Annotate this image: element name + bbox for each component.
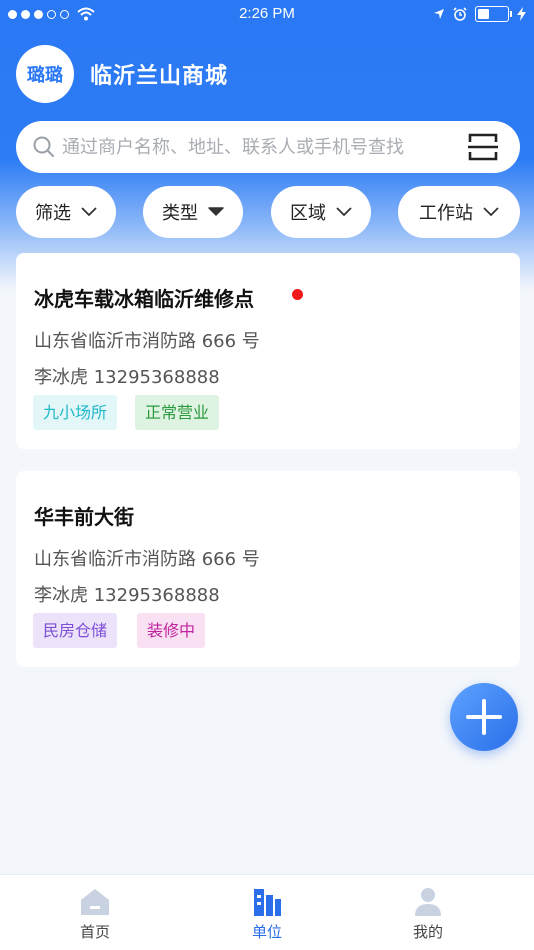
location-arrow-icon [434,9,444,19]
filter-button-type[interactable]: 类型 [143,186,243,238]
filter-button-region[interactable]: 区域 [271,186,371,238]
caret-down-icon [208,207,224,216]
scan-icon[interactable] [468,132,498,162]
battery-icon [475,6,512,22]
filter-button-screen[interactable]: 筛选 [16,186,116,238]
home-icon [81,889,109,915]
chevron-down-icon [483,207,499,217]
tab-label: 我的 [412,923,443,941]
merchant-address: 山东省临沂市消防路 666 号 [34,331,260,352]
status-badge: 装修中 [137,613,206,648]
tag-badge: 民房仓储 [33,613,118,648]
app-title: 临沂兰山商城 [90,64,229,89]
merchant-contact: 李冰虎 13295368888 [34,585,220,606]
buildings-icon [254,889,281,916]
alarm-icon [453,7,467,21]
filter-label: 类型 [162,203,198,224]
filter-button-workstation[interactable]: 工作站 [398,186,520,238]
add-merchant-button[interactable] [450,683,518,751]
plus-icon [466,699,502,735]
merchant-card[interactable]: 冰虎车载冰箱临沂维修点 山东省临沂市消防路 666 号 李冰虎 13295368… [16,253,520,449]
bottom-tab-bar: 首页 单位 我的 [0,874,534,950]
tab-unit[interactable]: 单位 [207,875,327,950]
tag-badge: 九小场所 [33,395,118,430]
merchant-address: 山东省临沂市消防路 666 号 [34,549,260,570]
search-bar [16,121,520,173]
search-input[interactable] [62,121,462,173]
merchant-contact: 李冰虎 13295368888 [34,367,220,388]
status-badge: 正常营业 [135,395,220,430]
merchant-name: 冰虎车载冰箱临沂维修点 [34,287,254,311]
merchant-card[interactable]: 华丰前大街 山东省临沂市消防路 666 号 李冰虎 13295368888 民房… [16,471,520,667]
tab-label: 单位 [251,923,282,941]
filter-label: 筛选 [35,203,71,224]
tab-home[interactable]: 首页 [35,875,155,950]
tab-mine[interactable]: 我的 [368,875,488,950]
unread-dot [292,289,303,300]
filter-bar: 筛选 类型 区域 工作站 [0,186,534,238]
app-header: 璐璐 临沂兰山商城 [16,45,228,103]
status-bar: 2:26 PM [0,0,534,30]
tab-label: 首页 [79,923,110,941]
chevron-down-icon [336,207,352,217]
merchant-name: 华丰前大街 [34,505,134,529]
filter-label: 区域 [290,203,326,224]
chevron-down-icon [81,207,97,217]
charging-icon [517,7,526,21]
filter-label: 工作站 [419,203,473,224]
user-icon [415,888,441,916]
app-logo: 璐璐 [16,45,74,103]
search-icon [33,136,54,157]
